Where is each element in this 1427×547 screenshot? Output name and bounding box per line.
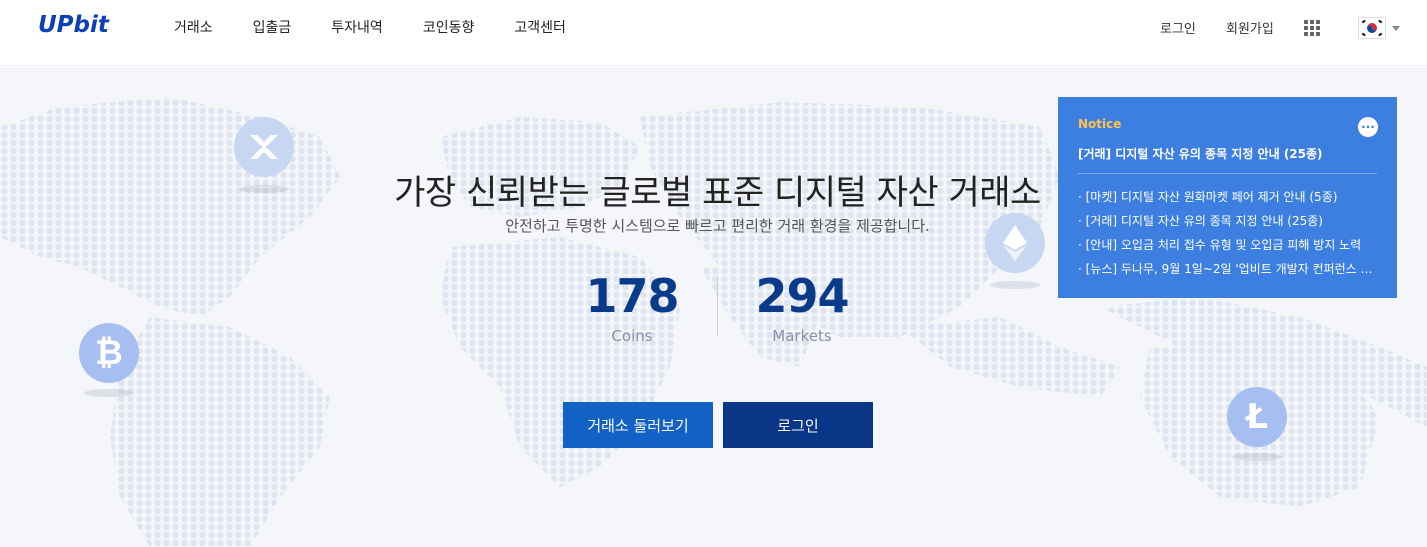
notice-item[interactable]: · [마켓] 디지털 자산 원화마켓 페어 제거 안내 (5종): [1078, 185, 1378, 209]
coins-label: Coins: [611, 327, 653, 345]
more-icon[interactable]: ···: [1358, 117, 1378, 137]
coins-count: 178: [585, 269, 679, 323]
header-signup-link[interactable]: 회원가입: [1226, 18, 1274, 37]
notice-title: Notice: [1078, 117, 1122, 131]
nav-customer-center[interactable]: 고객센터: [514, 17, 566, 37]
markets-stat: 294 Markets: [742, 273, 862, 345]
upbit-logo[interactable]: UPbit: [38, 12, 109, 38]
litecoin-coin-icon: Ł: [1227, 387, 1287, 447]
coin-shadow: [84, 389, 134, 397]
notice-list: · [마켓] 디지털 자산 원화마켓 페어 제거 안내 (5종) · [거래] …: [1078, 185, 1378, 281]
header-login-link[interactable]: 로그인: [1160, 18, 1196, 37]
nav-coin-trends[interactable]: 코인동향: [423, 17, 475, 37]
main-nav: 거래소 입출금 투자내역 코인동향 고객센터: [174, 17, 606, 37]
chevron-down-icon: [1392, 26, 1400, 31]
notice-item[interactable]: · [거래] 디지털 자산 유의 종목 지정 안내 (25종): [1078, 209, 1378, 233]
language-selector[interactable]: [1358, 17, 1400, 39]
coins-stat: 178 Coins: [572, 273, 692, 345]
stat-divider: [717, 277, 718, 337]
coin-shadow: [990, 281, 1040, 289]
bitcoin-coin-icon: ₿: [79, 323, 139, 383]
coin-shadow: [1232, 453, 1282, 461]
explore-exchange-button[interactable]: 거래소 둘러보기: [563, 402, 713, 448]
hero-section: ₿ Ł 가장 신뢰받는 글로벌 표준 디지털 자산 거래소 안전하고 투명한 시…: [0, 67, 1427, 547]
apps-grid-icon[interactable]: [1304, 20, 1320, 36]
notice-item[interactable]: · [뉴스] 두나무, 9월 1일~2일 '업비트 개발자 컨퍼런스 2024'…: [1078, 257, 1378, 281]
notice-divider: [1078, 173, 1377, 174]
top-header: UPbit 거래소 입출금 투자내역 코인동향 고객센터 로그인 회원가입: [0, 0, 1427, 66]
nav-investments[interactable]: 투자내역: [331, 17, 383, 37]
markets-count: 294: [755, 269, 849, 323]
notice-panel: Notice ··· [거래] 디지털 자산 유의 종목 지정 안내 (25종)…: [1058, 97, 1397, 298]
notice-headline-link[interactable]: [거래] 디지털 자산 유의 종목 지정 안내 (25종): [1078, 145, 1378, 162]
notice-item[interactable]: · [안내] 오입금 처리 접수 유형 및 오입금 피해 방지 노력: [1078, 233, 1378, 257]
hero-login-button[interactable]: 로그인: [723, 402, 873, 448]
markets-label: Markets: [772, 327, 832, 345]
korea-flag-icon: [1358, 17, 1386, 39]
nav-deposit-withdraw[interactable]: 입출금: [253, 17, 292, 37]
nav-exchange[interactable]: 거래소: [174, 17, 213, 37]
